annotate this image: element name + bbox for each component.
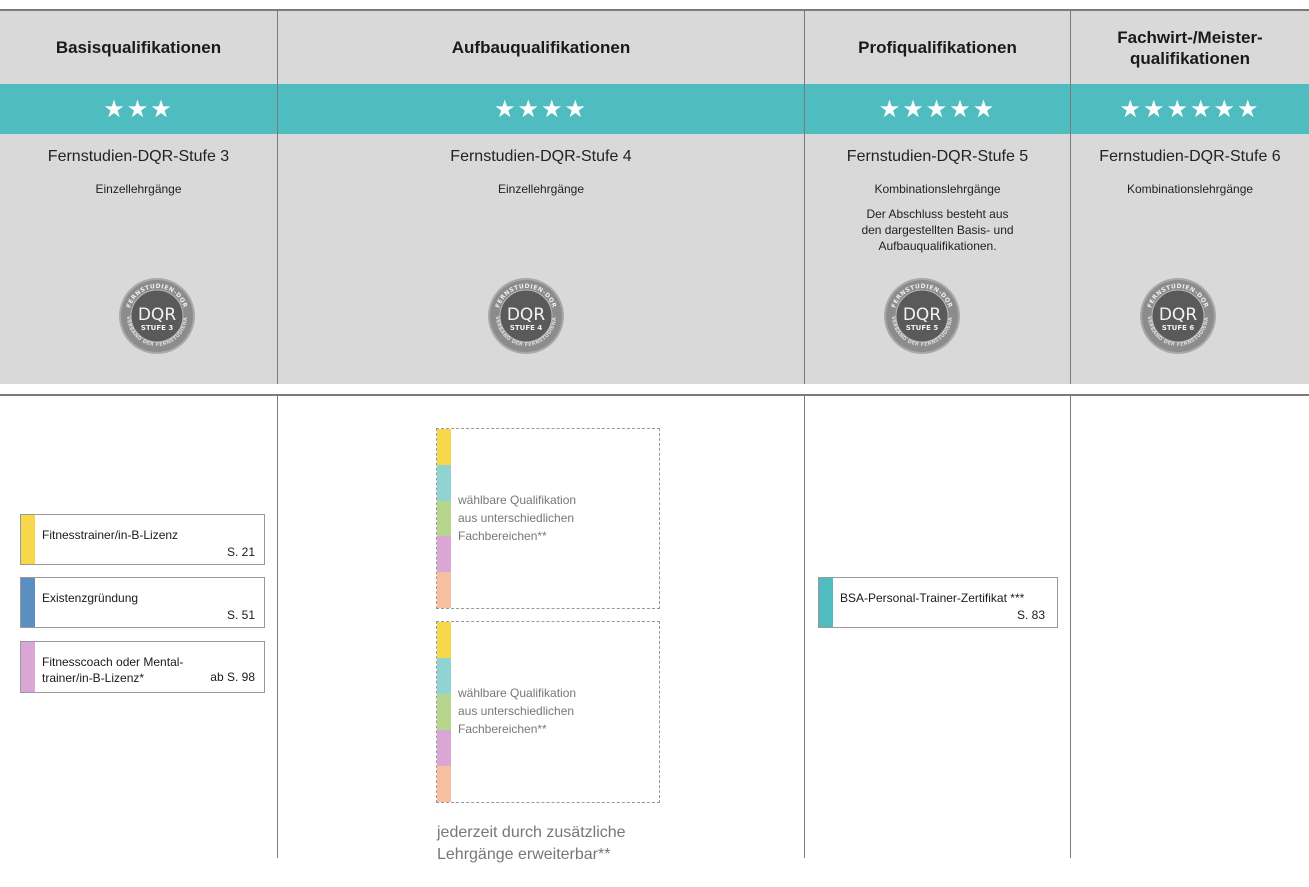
course-card-existenzgruendung[interactable]: Existenzgründung S. 51 — [20, 577, 265, 628]
footnote-line: Lehrgänge erweiterbar** — [437, 846, 611, 863]
color-swatch — [437, 464, 451, 501]
color-swatch — [437, 622, 451, 658]
middle-rule — [0, 394, 1309, 396]
dqr-seal-stufe-4: FERNSTUDIEN-DQR BUNDESVERBAND DER FERNST… — [487, 277, 564, 354]
course-title: Existenzgründung — [42, 591, 139, 605]
column-title-aufbau: Aufbauqualifikationen — [451, 38, 631, 57]
course-type: Einzellehrgänge — [95, 182, 182, 196]
stars-rating: ★★★★ — [493, 95, 589, 123]
color-swatch — [437, 536, 451, 573]
elective-line: wählbare Qualifikation — [458, 686, 577, 700]
column-divider — [804, 396, 805, 858]
column-divider — [1070, 396, 1071, 858]
course-type: Kombinationslehrgänge — [874, 182, 1001, 196]
column-divider — [277, 396, 278, 858]
category-color-bar — [21, 515, 35, 564]
title-line: qualifikationen — [1130, 48, 1250, 68]
course-type: Einzellehrgänge — [497, 182, 585, 196]
dqr-stage: Fernstudien-DQR-Stufe 5 — [846, 148, 1029, 165]
elective-line: Fachbereichen** — [458, 529, 547, 543]
note-line: Der Abschluss besteht aus — [866, 207, 1009, 221]
color-swatch — [437, 766, 451, 802]
course-title: Fitnesscoach oder Mental- trainer/in-B-L… — [42, 654, 183, 686]
svg-text:STUFE 4: STUFE 4 — [510, 324, 543, 332]
stars-rating: ★★★★★ — [878, 95, 997, 123]
elective-qualification-slot[interactable]: wählbare Qualifikation aus unterschiedli… — [436, 621, 660, 803]
page-reference: S. 51 — [226, 608, 255, 622]
elective-text: wählbare Qualifikation aus unterschiedli… — [458, 491, 576, 545]
color-swatch — [437, 429, 451, 465]
column-title-basis: Basisqualifikationen — [55, 38, 222, 57]
color-swatch — [437, 658, 451, 694]
dqr-seal-stufe-6: FERNSTUDIEN-DQR BUNDESVERBAND DER FERNST… — [1139, 277, 1216, 354]
category-color-bar — [819, 578, 833, 627]
elective-line: aus unterschiedlichen — [458, 511, 575, 525]
svg-text:DQR: DQR — [507, 305, 545, 325]
svg-text:STUFE 5: STUFE 5 — [906, 324, 939, 332]
course-card-fitnesscoach[interactable]: Fitnesscoach oder Mental- trainer/in-B-L… — [20, 641, 265, 693]
course-type: Kombinationslehrgänge — [1126, 182, 1254, 196]
category-color-bar — [21, 642, 35, 692]
category-color-stack — [437, 429, 451, 608]
color-swatch — [437, 730, 451, 766]
dqr-stage: Fernstudien-DQR-Stufe 3 — [47, 148, 230, 165]
course-title-line: trainer/in-B-Lizenz* — [42, 671, 145, 685]
column-title-fachwirt: Fachwirt-/Meister- qualifikationen — [1071, 11, 1309, 84]
color-swatch — [437, 694, 451, 730]
course-card-personal-trainer[interactable]: BSA-Personal-Trainer-Zertifikat *** S. 8… — [818, 577, 1058, 628]
svg-text:DQR: DQR — [903, 305, 941, 325]
dqr-seal-stufe-5: FERNSTUDIEN-DQR BUNDESVERBAND DER FERNST… — [883, 277, 960, 354]
course-card-fitnesstrainer[interactable]: Fitnesstrainer/in-B-Lizenz S. 21 — [20, 514, 265, 565]
color-swatch — [437, 500, 451, 537]
page-reference: ab S. 98 — [210, 670, 255, 684]
profi-note: Der Abschluss besteht aus den dargestell… — [805, 206, 1070, 254]
category-color-stack — [437, 622, 451, 802]
color-swatch — [437, 572, 451, 608]
svg-text:DQR: DQR — [1159, 305, 1197, 325]
course-title-line: Fitnesscoach oder Mental- — [42, 655, 184, 669]
column-title-profi: Profiqualifikationen — [858, 38, 1017, 57]
elective-text: wählbare Qualifikation aus unterschiedli… — [458, 684, 576, 738]
expansion-footnote: jederzeit durch zusätzliche Lehrgänge er… — [437, 822, 626, 866]
stars-rating: ★★★ — [103, 95, 174, 123]
dqr-stage: Fernstudien-DQR-Stufe 6 — [1099, 148, 1281, 165]
category-color-bar — [21, 578, 35, 627]
title-line: Fachwirt-/Meister- — [1117, 27, 1263, 47]
note-line: Aufbauqualifikationen. — [878, 239, 997, 253]
svg-text:DQR: DQR — [138, 305, 176, 325]
dqr-stage: Fernstudien-DQR-Stufe 4 — [450, 148, 632, 165]
course-title: BSA-Personal-Trainer-Zertifikat *** — [840, 591, 1025, 605]
course-title: Fitnesstrainer/in-B-Lizenz — [42, 528, 179, 542]
dqr-seal-stufe-3: FERNSTUDIEN-DQR BUNDESVERBAND DER FERNST… — [118, 277, 195, 354]
page-reference: S. 83 — [1016, 608, 1045, 622]
svg-text:STUFE 3: STUFE 3 — [141, 324, 174, 332]
note-line: den dargestellten Basis- und — [861, 223, 1014, 237]
elective-line: Fachbereichen** — [458, 722, 547, 736]
elective-line: aus unterschiedlichen — [458, 704, 575, 718]
page-reference: S. 21 — [226, 545, 255, 559]
svg-text:STUFE 6: STUFE 6 — [1162, 324, 1195, 332]
elective-line: wählbare Qualifikation — [458, 493, 577, 507]
elective-qualification-slot[interactable]: wählbare Qualifikation aus unterschiedli… — [436, 428, 660, 609]
footnote-line: jederzeit durch zusätzliche — [437, 824, 626, 841]
stars-rating: ★★★★★★ — [1119, 95, 1261, 123]
